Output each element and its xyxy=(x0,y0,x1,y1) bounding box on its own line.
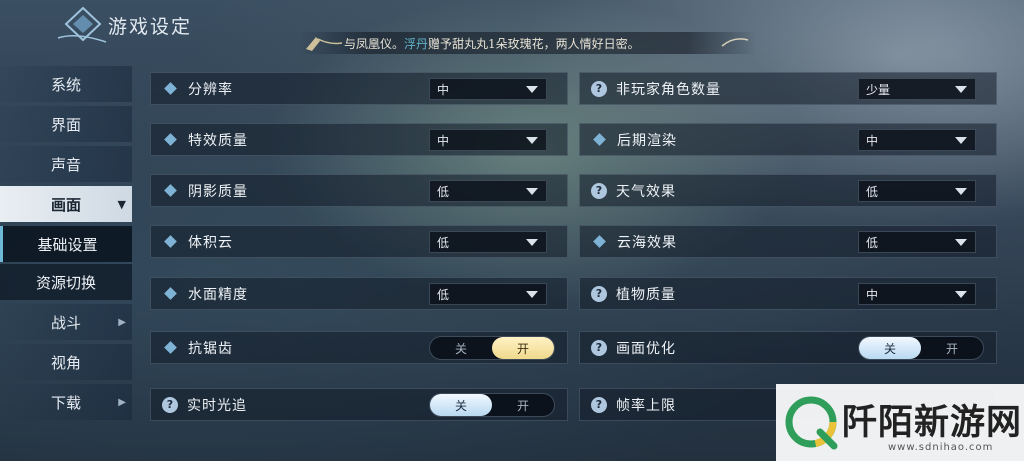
watermark-logo-icon xyxy=(785,396,838,450)
display-optimization-toggle[interactable]: 关 开 xyxy=(858,336,984,360)
help-icon[interactable]: ? xyxy=(591,285,607,302)
setting-row-effects-quality: 特效质量 中 xyxy=(150,123,568,156)
chevron-down-icon: ▼ xyxy=(117,197,126,211)
shadow-quality-select[interactable]: 低 xyxy=(429,180,547,202)
sidebar-item-camera[interactable]: 视角 xyxy=(0,344,132,380)
sidebar-item-graphics[interactable]: 画面 ▼ xyxy=(0,186,132,222)
sidebar-item-basic-settings[interactable]: 基础设置 xyxy=(0,226,132,262)
diamond-bullet-icon xyxy=(164,184,177,197)
volumetric-clouds-select[interactable]: 低 xyxy=(429,231,547,253)
sidebar: 系统 界面 声音 画面 ▼ 基础设置 资源切换 战斗 ▶ 视角 下载 ▶ xyxy=(0,64,132,428)
chevron-right-icon: ▶ xyxy=(118,396,126,408)
player-name: 浮丹 xyxy=(404,36,429,51)
game-emblem-icon xyxy=(57,6,107,43)
dropdown-caret-icon xyxy=(526,291,538,298)
setting-row-resolution: 分辨率 中 xyxy=(150,72,568,105)
effects-quality-select[interactable]: 中 xyxy=(429,129,547,151)
water-precision-select[interactable]: 低 xyxy=(429,283,547,305)
setting-row-volumetric-clouds: 体积云 低 xyxy=(150,225,568,258)
setting-row-post-processing: 后期渲染 中 xyxy=(579,123,997,156)
settings-screen: 游戏设定 与凤凰仪。浮丹赠予甜丸丸1朵玫瑰花，两人情好日密。 系统 界面 声音 … xyxy=(0,0,1024,461)
brush-icon xyxy=(306,37,343,51)
toggle-off-option[interactable]: 关 xyxy=(859,337,921,359)
diamond-bullet-icon xyxy=(164,133,177,146)
chevron-right-icon: ▶ xyxy=(118,316,126,328)
toggle-off-option[interactable]: 关 xyxy=(430,337,492,359)
cloud-sea-select[interactable]: 低 xyxy=(858,231,976,253)
toggle-on-option[interactable]: 开 xyxy=(492,394,554,416)
setting-row-vegetation-quality: ? 植物质量 中 xyxy=(579,277,997,310)
dropdown-caret-icon xyxy=(526,86,538,93)
help-icon[interactable]: ? xyxy=(591,80,607,97)
diamond-bullet-icon xyxy=(593,235,606,248)
sidebar-item-resource-switch[interactable]: 资源切换 xyxy=(0,264,132,300)
dropdown-caret-icon xyxy=(955,239,967,246)
toggle-on-option[interactable]: 开 xyxy=(492,337,554,359)
watermark-url: www.sdnihao.com xyxy=(888,442,994,453)
dropdown-caret-icon xyxy=(526,188,538,195)
help-icon[interactable]: ? xyxy=(162,396,178,413)
dropdown-caret-icon xyxy=(955,291,967,298)
header: 游戏设定 与凤凰仪。浮丹赠予甜丸丸1朵玫瑰花，两人情好日密。 xyxy=(0,0,1024,62)
diamond-bullet-icon xyxy=(164,82,177,95)
help-icon[interactable]: ? xyxy=(591,396,607,413)
setting-row-weather-effects: ? 天气效果 低 xyxy=(579,174,997,207)
diamond-bullet-icon xyxy=(593,133,606,146)
help-icon[interactable]: ? xyxy=(591,182,607,199)
post-processing-select[interactable]: 中 xyxy=(858,129,976,151)
setting-row-npc-count: ? 非玩家角色数量 少量 xyxy=(579,72,997,105)
announcement-ticker: 与凤凰仪。浮丹赠予甜丸丸1朵玫瑰花，两人情好日密。 xyxy=(300,32,756,54)
dropdown-caret-icon xyxy=(955,188,967,195)
dropdown-caret-icon xyxy=(526,239,538,246)
sidebar-item-interface[interactable]: 界面 xyxy=(0,106,132,142)
setting-row-ray-tracing: ? 实时光追 关 开 xyxy=(150,388,568,421)
npc-count-select[interactable]: 少量 xyxy=(858,78,976,100)
anti-aliasing-toggle[interactable]: 关 开 xyxy=(429,336,555,360)
sidebar-item-sound[interactable]: 声音 xyxy=(0,146,132,182)
setting-row-anti-aliasing: 抗锯齿 关 开 xyxy=(150,331,568,364)
setting-row-shadow-quality: 阴影质量 低 xyxy=(150,174,568,207)
toggle-on-option[interactable]: 开 xyxy=(921,337,983,359)
toggle-off-option[interactable]: 关 xyxy=(430,394,492,416)
resolution-select[interactable]: 中 xyxy=(429,78,547,100)
diamond-bullet-icon xyxy=(164,341,177,354)
help-icon[interactable]: ? xyxy=(591,339,607,356)
swirl-ornament-icon xyxy=(721,38,749,47)
sidebar-item-download[interactable]: 下载 ▶ xyxy=(0,384,132,420)
dropdown-caret-icon xyxy=(955,86,967,93)
sidebar-item-combat[interactable]: 战斗 ▶ xyxy=(0,304,132,340)
dropdown-caret-icon xyxy=(955,137,967,144)
page-title: 游戏设定 xyxy=(108,16,193,38)
site-watermark: 阡陌新游网 www.sdnihao.com xyxy=(776,384,1024,461)
ray-tracing-toggle[interactable]: 关 开 xyxy=(429,393,555,417)
sidebar-item-system[interactable]: 系统 xyxy=(0,66,132,102)
weather-effects-select[interactable]: 低 xyxy=(858,180,976,202)
setting-row-cloud-sea: 云海效果 低 xyxy=(579,225,997,258)
dropdown-caret-icon xyxy=(526,137,538,144)
diamond-bullet-icon xyxy=(164,287,177,300)
vegetation-quality-select[interactable]: 中 xyxy=(858,283,976,305)
announcement-text: 与凤凰仪。浮丹赠予甜丸丸1朵玫瑰花，两人情好日密。 xyxy=(344,36,640,51)
diamond-bullet-icon xyxy=(164,235,177,248)
graphics-settings-panel: 分辨率 中 特效质量 中 阴影质量 低 体积云 低 水面精度 低 抗锯齿 关 开… xyxy=(150,72,998,428)
watermark-title: 阡陌新游网 xyxy=(842,402,1023,443)
setting-row-water-precision: 水面精度 低 xyxy=(150,277,568,310)
setting-row-display-optimization: ? 画面优化 关 开 xyxy=(579,331,997,364)
